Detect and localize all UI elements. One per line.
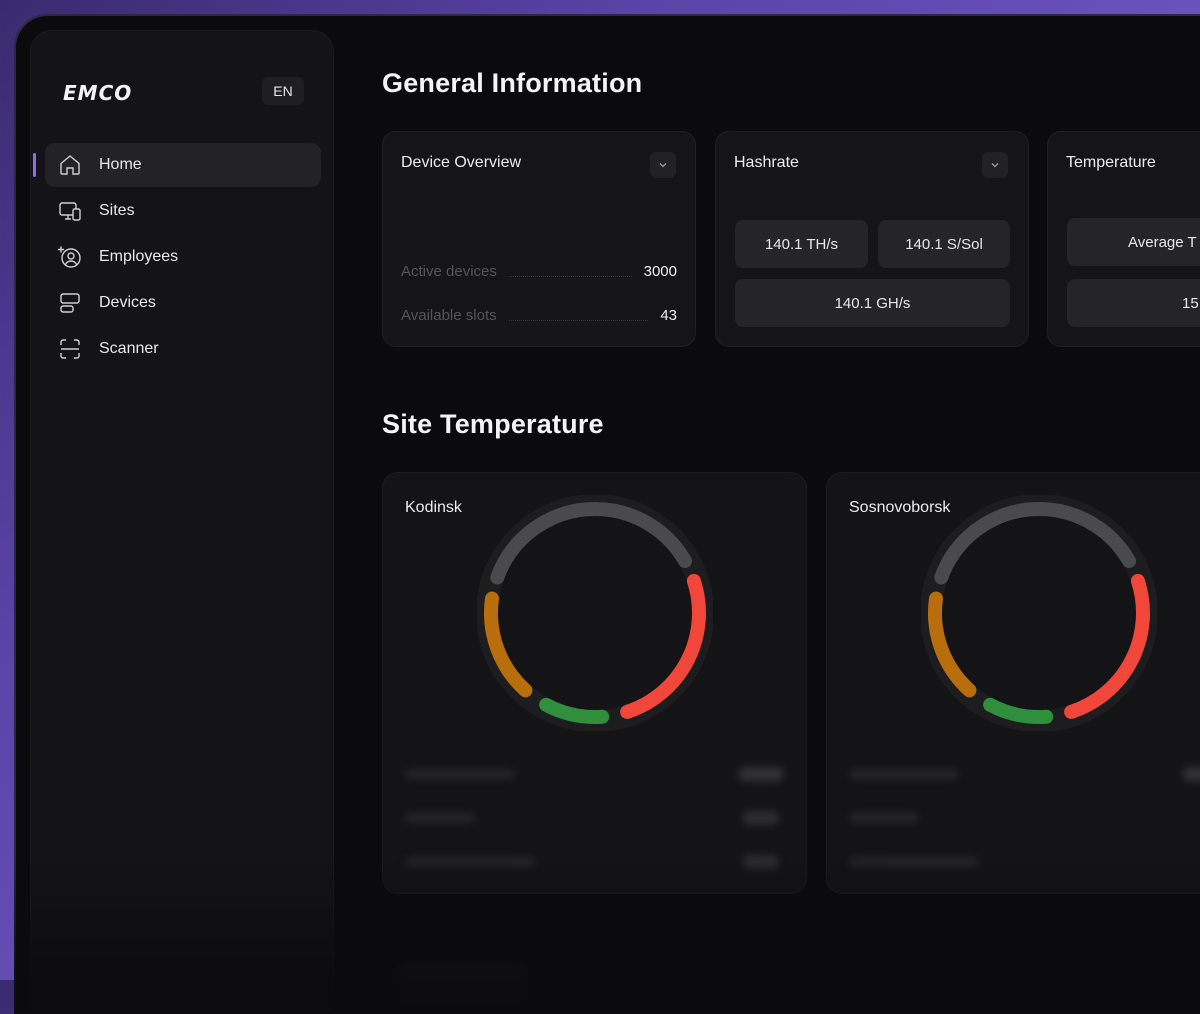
sidebar-item-label: Home (99, 156, 142, 173)
stat-value: 43 (660, 306, 677, 324)
hashrate-sol-value: 140.1 S/Sol (878, 220, 1010, 268)
sidebar-item-home[interactable]: Home (33, 143, 321, 187)
ring-segment-green (539, 697, 610, 724)
blurred-label (405, 813, 475, 823)
blurred-label (849, 769, 959, 779)
card-title: Temperature (1066, 154, 1156, 171)
sidebar-item-label: Employees (99, 248, 179, 265)
sidebar-item-scanner[interactable]: Scanner (45, 327, 321, 371)
brand-logo: EMCO (63, 81, 133, 105)
site-card-kodinsk[interactable]: Kodinsk (382, 472, 807, 894)
site-name: Kodinsk (405, 499, 462, 516)
blurred-value (739, 767, 783, 781)
divider (508, 310, 649, 321)
divider (508, 266, 632, 277)
employees-icon (57, 244, 83, 270)
blurred-label (849, 813, 919, 823)
stat-label: Available slots (401, 306, 497, 324)
chevron-down-icon[interactable] (982, 152, 1008, 178)
blurred-value (1183, 767, 1200, 781)
scanner-icon (57, 336, 83, 362)
blurred-label (405, 857, 535, 867)
stat-label: Active devices (401, 262, 497, 280)
sidebar-item-sites[interactable]: Sites (45, 189, 321, 233)
sidebar-item-label: Sites (99, 202, 135, 219)
sites-icon (57, 198, 83, 224)
hashrate-card: Hashrate 140.1 TH/s 140.1 S/Sol 140.1 GH… (715, 131, 1029, 347)
blurred-button (396, 964, 526, 1004)
sidebar-nav: Home Sites Employees Devices Scanner (31, 143, 333, 373)
ring-segments (484, 502, 706, 724)
temperature-ring-chart (921, 495, 1157, 731)
ring-segment-green (983, 697, 1054, 724)
ring-segment-red (620, 573, 706, 719)
card-title: Device Overview (401, 154, 522, 171)
sidebar: EMCO EN Home Sites Employees Devices Sca… (30, 30, 334, 1014)
hashrate-gh-value: 140.1 GH/s (735, 279, 1010, 327)
ring-segments (928, 502, 1150, 724)
device-overview-card: Device Overview Active devices 3000 Avai… (382, 131, 696, 347)
average-temperature-value: Average T (1067, 218, 1200, 266)
language-switch[interactable]: EN (262, 77, 304, 105)
stat-row-available-slots: Available slots 43 (401, 305, 677, 325)
site-temperature-title: Site Temperature (382, 409, 604, 439)
temperature-value: 15 (1067, 279, 1200, 327)
stat-value: 3000 (643, 262, 677, 280)
app-window: EMCO EN Home Sites Employees Devices Sca… (14, 14, 1200, 1014)
sidebar-item-label: Scanner (99, 340, 159, 357)
home-icon (57, 152, 83, 178)
sidebar-item-devices[interactable]: Devices (45, 281, 321, 325)
general-info-title: General Information (382, 68, 643, 98)
temperature-card: Temperature Average T 15 (1047, 131, 1200, 347)
sidebar-item-employees[interactable]: Employees (45, 235, 321, 279)
blurred-label (849, 857, 979, 867)
chevron-down-icon[interactable] (650, 152, 676, 178)
temperature-ring-chart (477, 495, 713, 731)
card-title: Hashrate (734, 154, 799, 171)
devices-icon (57, 290, 83, 316)
ring-segment-red (1064, 573, 1150, 719)
sidebar-item-label: Devices (99, 294, 156, 311)
site-card-sosnovoborsk[interactable]: Sosnovoborsk (826, 472, 1200, 894)
blurred-value (743, 811, 779, 825)
blurred-label (405, 769, 515, 779)
hashrate-th-value: 140.1 TH/s (735, 220, 868, 268)
blurred-value (743, 855, 779, 869)
stat-row-active-devices: Active devices 3000 (401, 261, 677, 281)
